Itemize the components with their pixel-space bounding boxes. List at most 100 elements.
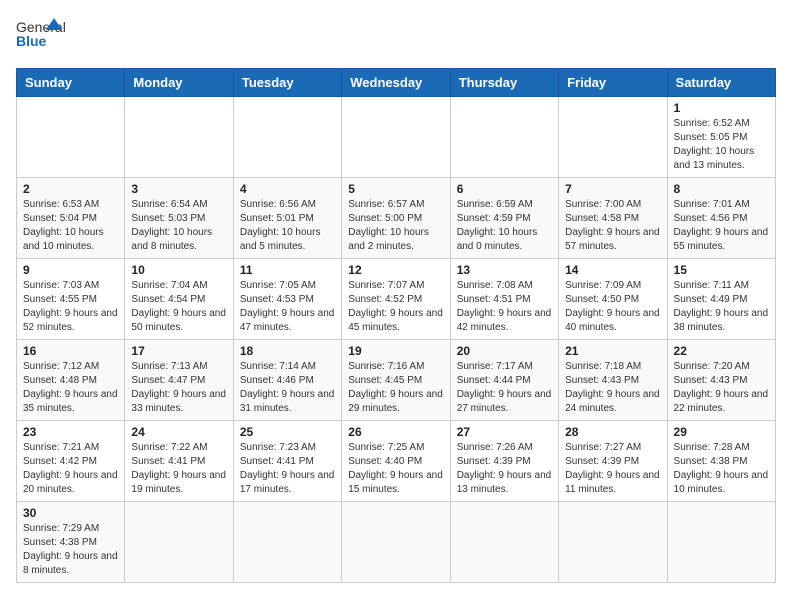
day-info: Sunrise: 7:11 AM Sunset: 4:49 PM Dayligh… <box>674 279 769 335</box>
weekday-header-row: SundayMondayTuesdayWednesdayThursdayFrid… <box>17 69 776 97</box>
calendar-cell: 30Sunrise: 7:29 AM Sunset: 4:38 PM Dayli… <box>17 502 125 583</box>
day-number: 21 <box>565 344 660 358</box>
calendar-cell: 27 Sunrise: 7:26 AM Sunset: 4:39 PM Dayli… <box>450 421 558 502</box>
weekday-header-wednesday: Wednesday <box>342 69 450 97</box>
day-number: 14 <box>565 263 660 277</box>
calendar-cell: 9 Sunrise: 7:03 AM Sunset: 4:55 PM Daylig… <box>17 259 125 340</box>
calendar-cell: 12Sunrise: 7:07 AM Sunset: 4:52 PM Dayli… <box>342 259 450 340</box>
logo: GeneralBlue <box>16 16 66 56</box>
day-info: Sunrise: 6:54 AM Sunset: 5:03 PM Dayligh… <box>131 198 226 254</box>
calendar-cell <box>233 502 341 583</box>
day-number: 15 <box>674 263 769 277</box>
day-number: 3 <box>131 182 226 196</box>
day-info: Sunrise: 7:14 AM Sunset: 4:46 PM Dayligh… <box>240 360 335 416</box>
calendar-cell: 19 Sunrise: 7:16 AM Sunset: 4:45 PM Dayli… <box>342 340 450 421</box>
day-info: Sunrise: 7:17 AM Sunset: 4:44 PM Dayligh… <box>457 360 552 416</box>
calendar-cell: 25Sunrise: 7:23 AM Sunset: 4:41 PM Dayli… <box>233 421 341 502</box>
day-info: Sunrise: 7:03 AM Sunset: 4:55 PM Dayligh… <box>23 279 118 335</box>
day-info: Sunrise: 7:08 AM Sunset: 4:51 PM Dayligh… <box>457 279 552 335</box>
calendar-table: SundayMondayTuesdayWednesdayThursdayFrid… <box>16 68 776 583</box>
day-number: 4 <box>240 182 335 196</box>
day-number: 11 <box>240 263 335 277</box>
day-number: 25 <box>240 425 335 439</box>
day-number: 28 <box>565 425 660 439</box>
day-number: 29 <box>674 425 769 439</box>
calendar-week-row: 9 Sunrise: 7:03 AM Sunset: 4:55 PM Daylig… <box>17 259 776 340</box>
calendar-cell <box>342 97 450 178</box>
day-info: Sunrise: 7:13 AM Sunset: 4:47 PM Dayligh… <box>131 360 226 416</box>
day-info: Sunrise: 7:28 AM Sunset: 4:38 PM Dayligh… <box>674 441 769 497</box>
calendar-cell: 1Sunrise: 6:52 AM Sunset: 5:05 PM Daylig… <box>667 97 775 178</box>
calendar-cell: 22Sunrise: 7:20 AM Sunset: 4:43 PM Dayli… <box>667 340 775 421</box>
calendar-cell <box>125 97 233 178</box>
day-info: Sunrise: 6:52 AM Sunset: 5:05 PM Dayligh… <box>674 117 769 173</box>
day-number: 26 <box>348 425 443 439</box>
calendar-cell: 8Sunrise: 7:01 AM Sunset: 4:56 PM Daylig… <box>667 178 775 259</box>
calendar-cell <box>125 502 233 583</box>
calendar-cell <box>17 97 125 178</box>
day-info: Sunrise: 6:53 AM Sunset: 5:04 PM Dayligh… <box>23 198 118 254</box>
calendar-cell <box>450 97 558 178</box>
calendar-cell: 26 Sunrise: 7:25 AM Sunset: 4:40 PM Dayli… <box>342 421 450 502</box>
day-info: Sunrise: 7:29 AM Sunset: 4:38 PM Dayligh… <box>23 522 118 578</box>
day-number: 13 <box>457 263 552 277</box>
calendar-cell <box>450 502 558 583</box>
calendar-cell <box>559 97 667 178</box>
calendar-cell: 13 Sunrise: 7:08 AM Sunset: 4:51 PM Dayli… <box>450 259 558 340</box>
calendar-cell: 20 Sunrise: 7:17 AM Sunset: 4:44 PM Dayli… <box>450 340 558 421</box>
day-info: Sunrise: 7:26 AM Sunset: 4:39 PM Dayligh… <box>457 441 552 497</box>
day-info: Sunrise: 7:05 AM Sunset: 4:53 PM Dayligh… <box>240 279 335 335</box>
calendar-week-row: 23Sunrise: 7:21 AM Sunset: 4:42 PM Dayli… <box>17 421 776 502</box>
day-number: 12 <box>348 263 443 277</box>
day-number: 27 <box>457 425 552 439</box>
day-number: 19 <box>348 344 443 358</box>
calendar-cell: 6 Sunrise: 6:59 AM Sunset: 4:59 PM Daylig… <box>450 178 558 259</box>
calendar-cell: 21 Sunrise: 7:18 AM Sunset: 4:43 PM Dayli… <box>559 340 667 421</box>
day-number: 7 <box>565 182 660 196</box>
svg-text:Blue: Blue <box>16 33 47 49</box>
day-info: Sunrise: 7:25 AM Sunset: 4:40 PM Dayligh… <box>348 441 443 497</box>
calendar-cell <box>667 502 775 583</box>
calendar-cell: 18 Sunrise: 7:14 AM Sunset: 4:46 PM Dayli… <box>233 340 341 421</box>
calendar-cell: 16Sunrise: 7:12 AM Sunset: 4:48 PM Dayli… <box>17 340 125 421</box>
day-number: 6 <box>457 182 552 196</box>
weekday-header-sunday: Sunday <box>17 69 125 97</box>
calendar-cell: 17 Sunrise: 7:13 AM Sunset: 4:47 PM Dayli… <box>125 340 233 421</box>
page-header: GeneralBlue <box>16 16 776 56</box>
day-number: 18 <box>240 344 335 358</box>
day-info: Sunrise: 7:27 AM Sunset: 4:39 PM Dayligh… <box>565 441 660 497</box>
day-info: Sunrise: 6:59 AM Sunset: 4:59 PM Dayligh… <box>457 198 552 254</box>
day-info: Sunrise: 7:12 AM Sunset: 4:48 PM Dayligh… <box>23 360 118 416</box>
day-info: Sunrise: 7:22 AM Sunset: 4:41 PM Dayligh… <box>131 441 226 497</box>
calendar-cell: 3 Sunrise: 6:54 AM Sunset: 5:03 PM Daylig… <box>125 178 233 259</box>
calendar-week-row: 30Sunrise: 7:29 AM Sunset: 4:38 PM Dayli… <box>17 502 776 583</box>
day-number: 17 <box>131 344 226 358</box>
day-number: 23 <box>23 425 118 439</box>
calendar-cell: 11 Sunrise: 7:05 AM Sunset: 4:53 PM Dayli… <box>233 259 341 340</box>
calendar-cell <box>559 502 667 583</box>
day-info: Sunrise: 7:20 AM Sunset: 4:43 PM Dayligh… <box>674 360 769 416</box>
day-info: Sunrise: 7:18 AM Sunset: 4:43 PM Dayligh… <box>565 360 660 416</box>
calendar-cell: 4 Sunrise: 6:56 AM Sunset: 5:01 PM Daylig… <box>233 178 341 259</box>
weekday-header-thursday: Thursday <box>450 69 558 97</box>
day-info: Sunrise: 7:04 AM Sunset: 4:54 PM Dayligh… <box>131 279 226 335</box>
calendar-cell: 2Sunrise: 6:53 AM Sunset: 5:04 PM Daylig… <box>17 178 125 259</box>
calendar-cell: 15 Sunrise: 7:11 AM Sunset: 4:49 PM Dayli… <box>667 259 775 340</box>
calendar-week-row: 1Sunrise: 6:52 AM Sunset: 5:05 PM Daylig… <box>17 97 776 178</box>
weekday-header-tuesday: Tuesday <box>233 69 341 97</box>
calendar-cell: 10 Sunrise: 7:04 AM Sunset: 4:54 PM Dayli… <box>125 259 233 340</box>
day-info: Sunrise: 7:16 AM Sunset: 4:45 PM Dayligh… <box>348 360 443 416</box>
day-number: 9 <box>23 263 118 277</box>
calendar-week-row: 2Sunrise: 6:53 AM Sunset: 5:04 PM Daylig… <box>17 178 776 259</box>
day-info: Sunrise: 7:00 AM Sunset: 4:58 PM Dayligh… <box>565 198 660 254</box>
calendar-cell <box>233 97 341 178</box>
day-info: Sunrise: 7:09 AM Sunset: 4:50 PM Dayligh… <box>565 279 660 335</box>
day-number: 20 <box>457 344 552 358</box>
day-number: 10 <box>131 263 226 277</box>
day-info: Sunrise: 6:56 AM Sunset: 5:01 PM Dayligh… <box>240 198 335 254</box>
calendar-cell: 7 Sunrise: 7:00 AM Sunset: 4:58 PM Daylig… <box>559 178 667 259</box>
calendar-week-row: 16Sunrise: 7:12 AM Sunset: 4:48 PM Dayli… <box>17 340 776 421</box>
generalblue-logo-icon: GeneralBlue <box>16 16 66 56</box>
weekday-header-monday: Monday <box>125 69 233 97</box>
calendar-cell: 5Sunrise: 6:57 AM Sunset: 5:00 PM Daylig… <box>342 178 450 259</box>
